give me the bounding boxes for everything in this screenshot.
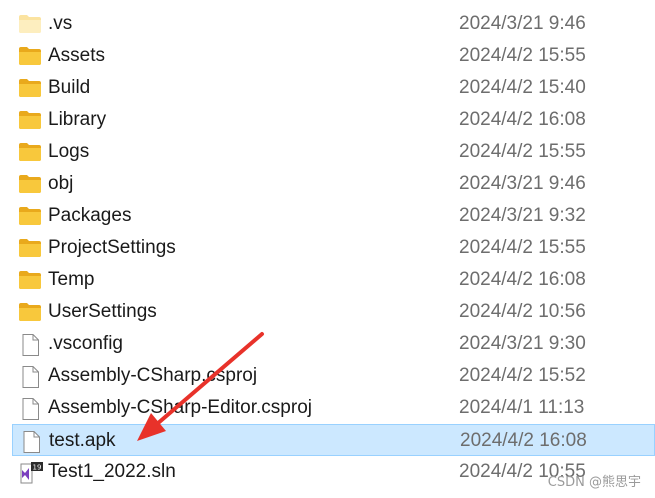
- file-name: Logs: [48, 141, 90, 162]
- file-date-modified: 2024/4/2 16:08: [459, 109, 586, 130]
- file-date-modified: 2024/4/2 15:40: [459, 77, 586, 98]
- file-row[interactable]: Assembly-CSharp-Editor.csproj 2024/4/1 11…: [12, 392, 655, 424]
- file-row[interactable]: obj 2024/3/21 9:46: [12, 168, 655, 200]
- file-icon: [18, 334, 42, 356]
- file-row[interactable]: Temp 2024/4/2 16:08: [12, 264, 655, 296]
- file-name: Temp: [48, 269, 95, 290]
- file-row[interactable]: Assembly-CSharp.csproj 2024/4/2 15:52: [12, 360, 655, 392]
- file-row[interactable]: Build 2024/4/2 15:40: [12, 72, 655, 104]
- file-name: Library: [48, 109, 107, 130]
- file-date-modified: 2024/4/2 15:55: [459, 237, 586, 258]
- folder-icon: [18, 78, 42, 98]
- file-name: test.apk: [49, 430, 116, 451]
- file-name: ProjectSettings: [48, 237, 176, 258]
- file-row[interactable]: Packages 2024/3/21 9:32: [12, 200, 655, 232]
- file-row[interactable]: ProjectSettings 2024/4/2 15:55: [12, 232, 655, 264]
- file-name: Test1_2022.sln: [48, 461, 176, 482]
- file-icon: [18, 398, 42, 420]
- file-name: Assets: [48, 45, 106, 66]
- folder-icon: [18, 270, 42, 290]
- folder-icon: [18, 142, 42, 162]
- file-date-modified: 2024/4/2 16:08: [460, 430, 587, 451]
- file-icon: [19, 431, 43, 453]
- file-row[interactable]: test.apk 2024/4/2 16:08: [12, 424, 655, 456]
- folder-icon: [18, 46, 42, 66]
- file-name: UserSettings: [48, 301, 157, 322]
- file-name: Assembly-CSharp-Editor.csproj: [48, 397, 312, 418]
- file-row[interactable]: .vs 2024/3/21 9:46: [12, 8, 655, 40]
- folder-icon: [18, 238, 42, 258]
- file-name: Packages: [48, 205, 132, 226]
- file-date-modified: 2024/3/21 9:30: [459, 333, 586, 354]
- file-row[interactable]: Library 2024/4/2 16:08: [12, 104, 655, 136]
- file-icon: [18, 366, 42, 388]
- folder-icon: [18, 206, 42, 226]
- file-name: Build: [48, 77, 91, 98]
- visual-studio-solution-icon: 19: [18, 462, 43, 484]
- file-date-modified: 2024/4/1 11:13: [459, 397, 585, 418]
- folder-icon: [18, 14, 42, 34]
- folder-icon: [18, 174, 42, 194]
- folder-icon: [18, 302, 42, 322]
- file-row[interactable]: Assets 2024/4/2 15:55: [12, 40, 655, 72]
- file-row[interactable]: Logs 2024/4/2 15:55: [12, 136, 655, 168]
- file-row[interactable]: UserSettings 2024/4/2 10:56: [12, 296, 655, 328]
- file-date-modified: 2024/4/2 16:08: [459, 269, 586, 290]
- folder-icon: [18, 110, 42, 130]
- file-name: .vsconfig: [48, 333, 123, 354]
- file-row[interactable]: .vsconfig 2024/3/21 9:30: [12, 328, 655, 360]
- file-date-modified: 2024/4/2 15:52: [459, 365, 586, 386]
- file-date-modified: 2024/3/21 9:46: [459, 173, 586, 194]
- file-date-modified: 2024/4/2 15:55: [459, 45, 586, 66]
- file-name: Assembly-CSharp.csproj: [48, 365, 258, 386]
- file-name: obj: [48, 173, 74, 194]
- watermark: CSDN @熊思宇: [547, 475, 641, 490]
- file-date-modified: 2024/4/2 15:55: [459, 141, 586, 162]
- file-name: .vs: [48, 13, 73, 34]
- file-date-modified: 2024/3/21 9:32: [459, 205, 586, 226]
- file-date-modified: 2024/3/21 9:46: [459, 13, 586, 34]
- sln-version-badge: 19: [33, 464, 42, 472]
- file-date-modified: 2024/4/2 10:56: [459, 301, 586, 322]
- file-list: .vs 2024/3/21 9:46 Assets 2024/4/2 15:55 Bui…: [0, 0, 655, 498]
